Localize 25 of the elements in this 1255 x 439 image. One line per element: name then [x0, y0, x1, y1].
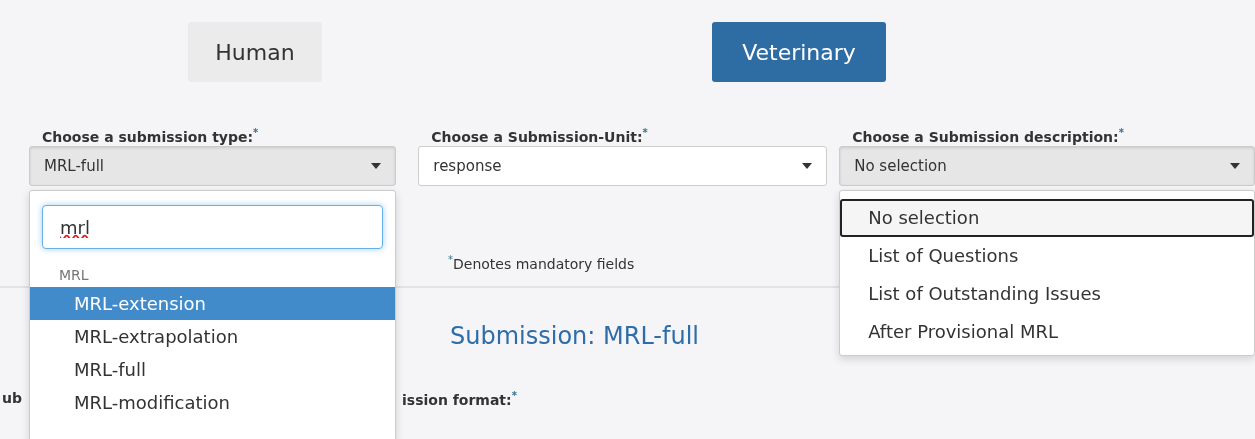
dropdown-option[interactable]: List of Questions [840, 237, 1254, 275]
caret-icon [371, 163, 382, 169]
dropdown-option[interactable]: MRL-extrapolation [30, 320, 396, 353]
field-label: ission format:$^{*}$ [402, 390, 517, 408]
dropdown-option[interactable]: No selection [840, 199, 1254, 237]
group-label: MRL [58, 266, 90, 285]
caret-icon [1230, 163, 1240, 169]
select-field[interactable]: MRL-full [29, 146, 397, 186]
caret-icon [802, 163, 813, 169]
dropdown-option[interactable]: After Provisional MRL [840, 313, 1254, 351]
tab[interactable]: Veterinary [712, 22, 886, 82]
field-label: Choose a submission type:$^{*}$ [41, 126, 260, 146]
field-label: Choose a Submission description:$^{*}$ [851, 126, 1125, 146]
dropdown-option[interactable]: MRL-full [30, 353, 396, 386]
field-label: Choose a Submission-Unit:$^{*}$ [430, 126, 649, 146]
dropdown-option[interactable]: List of Outstanding Issues [840, 275, 1254, 313]
dropdown-option[interactable]: MRL-extension [30, 287, 396, 320]
select-field[interactable]: response [418, 146, 828, 186]
dropdown-option[interactable]: MRL-modification [30, 386, 396, 419]
search-field[interactable]: mrl [42, 205, 384, 249]
mandatory-note: $^{*}$Denotes mandatory fields [448, 256, 635, 272]
field-label: ub [2, 390, 22, 408]
submission-heading: Submission: MRL-full [450, 322, 699, 350]
select-field[interactable]: No selection [839, 146, 1255, 186]
tab[interactable]: Human [188, 22, 322, 82]
